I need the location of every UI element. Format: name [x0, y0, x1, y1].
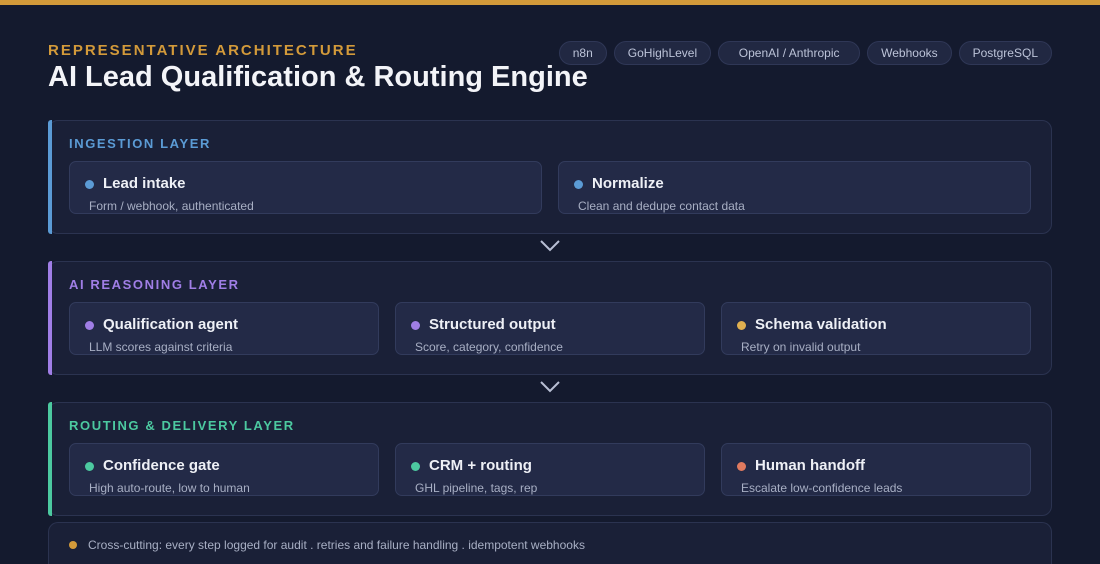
- status-dot: [574, 180, 583, 189]
- card-confidence-gate: Confidence gate High auto-route, low to …: [69, 443, 379, 496]
- card-desc: Clean and dedupe contact data: [578, 199, 745, 213]
- card-name: CRM + routing: [429, 457, 532, 474]
- card-schema-validation: Schema validation Retry on invalid outpu…: [721, 302, 1031, 355]
- card-name: Normalize: [592, 175, 664, 192]
- card-desc: Score, category, confidence: [415, 340, 563, 354]
- chevron-down-icon: [540, 240, 560, 252]
- card-normalize: Normalize Clean and dedupe contact data: [558, 161, 1031, 214]
- top-accent-bar: [0, 0, 1100, 5]
- status-dot: [69, 541, 77, 549]
- eyebrow-label: REPRESENTATIVE ARCHITECTURE: [48, 42, 358, 59]
- card-desc: LLM scores against criteria: [89, 340, 233, 354]
- card-name: Structured output: [429, 316, 556, 333]
- tag-n8n: n8n: [558, 41, 607, 65]
- card-lead-intake: Lead intake Form / webhook, authenticate…: [69, 161, 542, 214]
- card-desc: Retry on invalid output: [741, 340, 861, 354]
- card-desc: Escalate low-confidence leads: [741, 481, 903, 495]
- card-name: Schema validation: [755, 316, 887, 333]
- tag-gohighlevel: GoHighLevel: [613, 41, 712, 65]
- card-desc: High auto-route, low to human: [89, 481, 250, 495]
- status-dot: [737, 462, 746, 471]
- card-structured-output: Structured output Score, category, confi…: [395, 302, 705, 355]
- layer-accent-bar: [48, 402, 52, 516]
- tag-openai-anthropic: OpenAI / Anthropic: [718, 41, 861, 65]
- status-dot: [411, 462, 420, 471]
- layer-title: ROUTING & DELIVERY LAYER: [69, 418, 295, 433]
- card-name: Human handoff: [755, 457, 865, 474]
- card-name: Confidence gate: [103, 457, 220, 474]
- ingestion-layer: INGESTION LAYER Lead intake Form / webho…: [48, 120, 1052, 234]
- card-desc: Form / webhook, authenticated: [89, 199, 254, 213]
- card-crm-routing: CRM + routing GHL pipeline, tags, rep: [395, 443, 705, 496]
- card-qualification-agent: Qualification agent LLM scores against c…: [69, 302, 379, 355]
- cross-cutting-footer: Cross-cutting: every step logged for aud…: [48, 522, 1052, 564]
- status-dot: [737, 321, 746, 330]
- tech-tag-list: n8n GoHighLevel OpenAI / Anthropic Webho…: [558, 41, 1052, 65]
- status-dot: [85, 180, 94, 189]
- tag-postgresql: PostgreSQL: [958, 41, 1052, 65]
- tag-webhooks: Webhooks: [867, 41, 952, 65]
- chevron-down-icon: [540, 381, 560, 393]
- ai-reasoning-layer: AI REASONING LAYER Qualification agent L…: [48, 261, 1052, 375]
- layer-title: AI REASONING LAYER: [69, 277, 240, 292]
- layer-accent-bar: [48, 261, 52, 375]
- routing-delivery-layer: ROUTING & DELIVERY LAYER Confidence gate…: [48, 402, 1052, 516]
- status-dot: [85, 321, 94, 330]
- card-name: Lead intake: [103, 175, 186, 192]
- card-name: Qualification agent: [103, 316, 239, 333]
- layer-title: INGESTION LAYER: [69, 136, 211, 151]
- status-dot: [85, 462, 94, 471]
- card-desc: GHL pipeline, tags, rep: [415, 481, 538, 495]
- status-dot: [411, 321, 420, 330]
- layer-accent-bar: [48, 120, 52, 234]
- page-title: AI Lead Qualification & Routing Engine: [48, 61, 588, 93]
- card-human-handoff: Human handoff Escalate low-confidence le…: [721, 443, 1031, 496]
- footer-text: Cross-cutting: every step logged for aud…: [88, 538, 585, 552]
